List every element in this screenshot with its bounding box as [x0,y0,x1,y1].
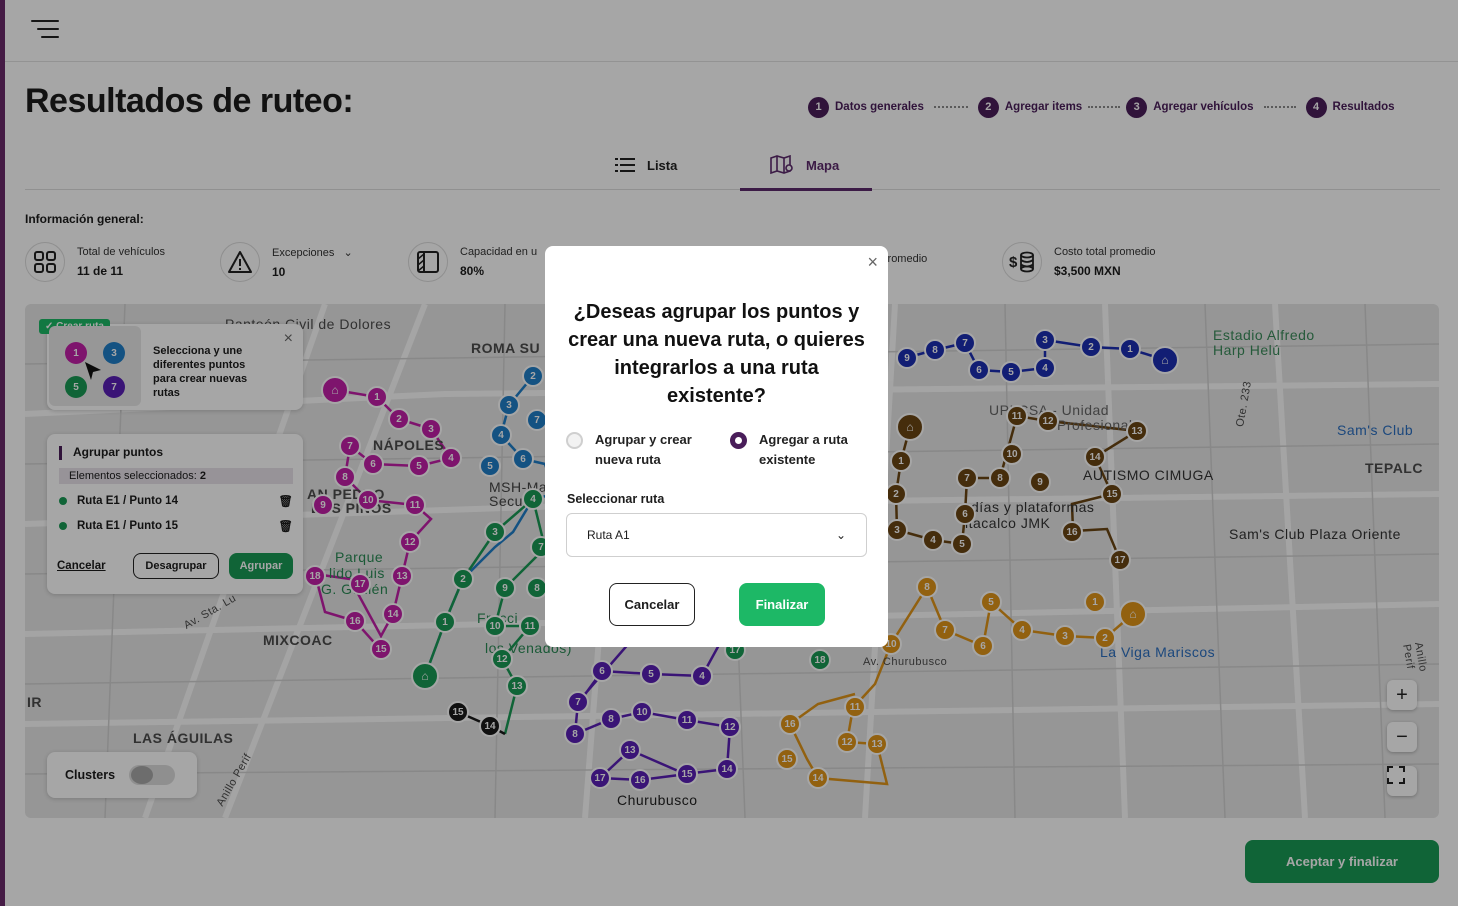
route-select[interactable]: Ruta A1 ⌄ [566,513,867,557]
radio-button[interactable] [566,432,583,449]
group-points-modal: × ¿Deseas agrupar los puntos y crear una… [545,246,888,647]
modal-cancel-button[interactable]: Cancelar [609,583,695,626]
radio-label: Agrupar y crear nueva ruta [595,432,692,467]
modal-title: ¿Deseas agrupar los puntos y crear una n… [568,301,865,407]
radio-label: Agregar a ruta existente [759,432,848,467]
radio-new-route[interactable]: Agrupar y crear nueva ruta [566,430,706,470]
modal-finish-button[interactable]: Finalizar [739,583,825,626]
radio-existing-route[interactable]: Agregar a ruta existente [730,430,870,470]
close-icon[interactable]: × [867,252,878,273]
app-root: Resultados de ruteo: 1 Datos generales 2A… [0,0,1458,906]
chevron-down-icon: ⌄ [835,528,846,542]
select-label: Seleccionar ruta [567,492,665,506]
radio-button[interactable] [730,432,747,449]
select-value: Ruta A1 [587,528,630,542]
